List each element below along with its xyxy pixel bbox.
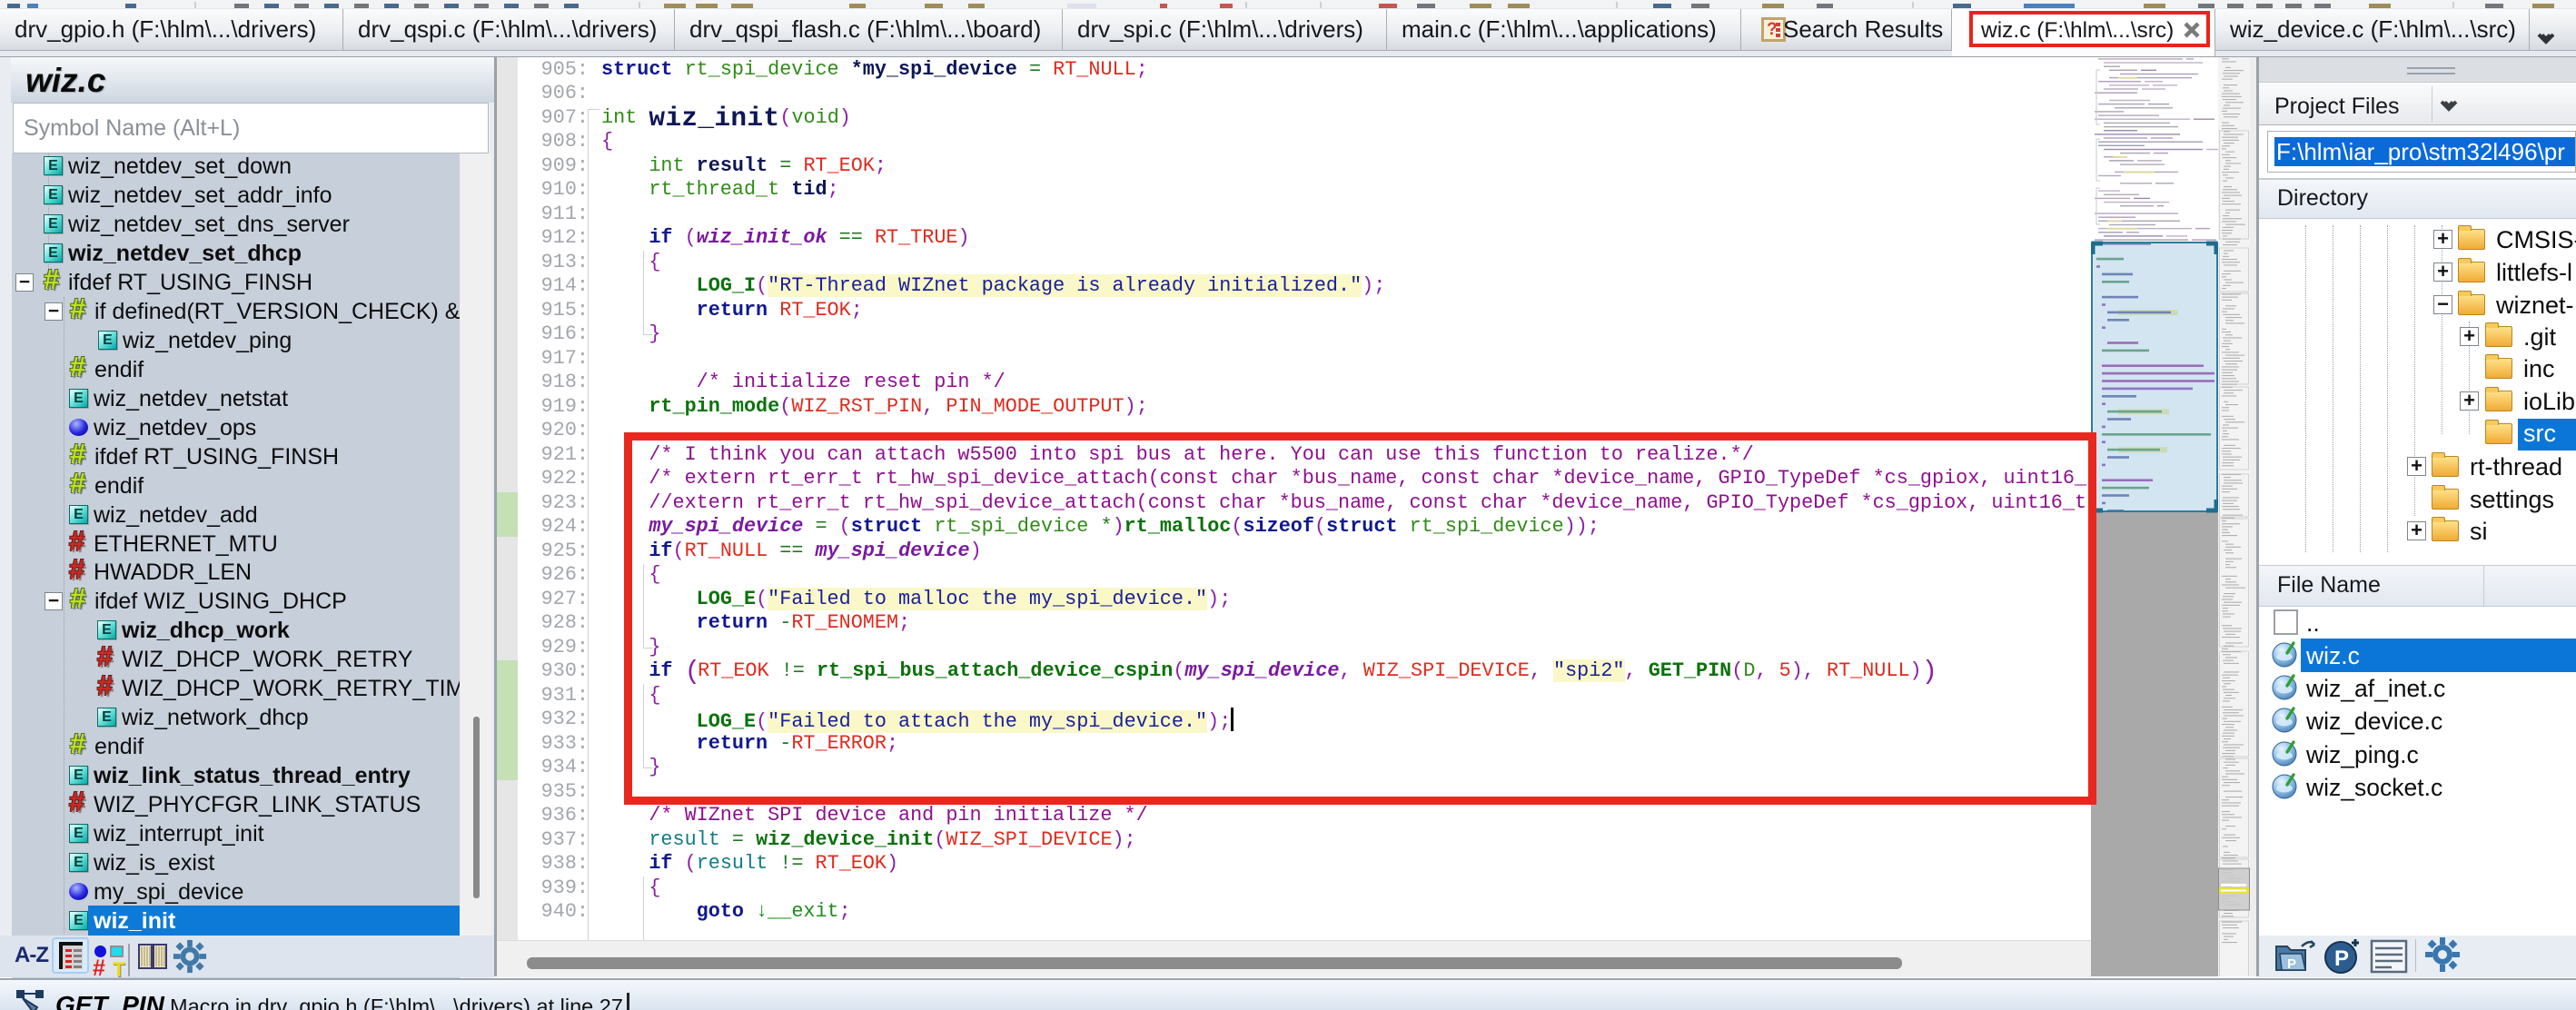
svg-text:P: P: [2287, 956, 2296, 972]
svg-text:P: P: [2334, 946, 2349, 971]
